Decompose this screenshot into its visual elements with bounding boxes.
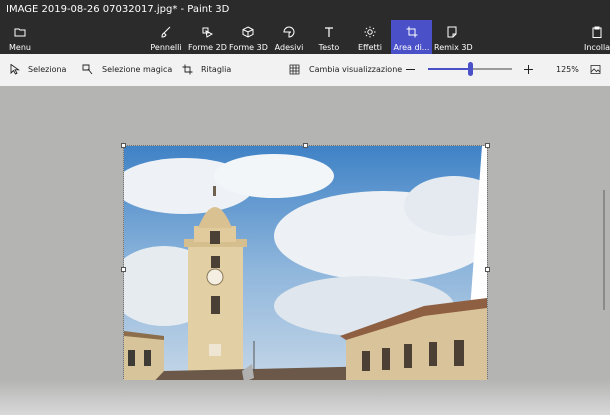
window-title-bar: IMAGE 2019-08-26 07032017.jpg* - Paint 3… <box>0 0 610 20</box>
tool-text[interactable]: Testo <box>314 20 344 54</box>
magic-select-label: Selezione magica <box>102 65 173 74</box>
vertical-scrollbar[interactable] <box>603 190 605 310</box>
tool-label: Testo <box>318 43 340 52</box>
tool-stickers[interactable]: Adesivi <box>272 20 306 54</box>
window-title: IMAGE 2019-08-26 07032017.jpg* - Paint 3… <box>6 4 230 15</box>
tool-label: Pennelli <box>150 43 182 52</box>
resize-handle-top-right[interactable] <box>485 143 490 148</box>
canvas-toolbar: Seleziona Selezione magica Ritaglia Camb… <box>0 54 610 86</box>
tool-label: Remix 3D <box>434 43 473 52</box>
tool-label: Effetti <box>358 43 382 52</box>
paste-button[interactable]: Incolla <box>584 20 610 54</box>
clipboard-icon <box>592 26 602 38</box>
change-view-label: Cambia visualizzazione <box>309 65 403 74</box>
tool-label: Forme 3D <box>229 43 268 52</box>
tool-shapes-2d[interactable]: Forme 2D <box>188 20 227 54</box>
grid-view-icon <box>289 64 300 75</box>
crop-icon <box>182 64 193 75</box>
magic-select-icon <box>82 64 93 75</box>
resize-handle-left[interactable] <box>121 267 126 272</box>
tool-label: Forme 2D <box>188 43 227 52</box>
magic-select-button[interactable]: Selezione magica <box>82 54 172 86</box>
tool-remix-3d[interactable]: Remix 3D <box>434 20 473 54</box>
remix-3d-icon <box>447 26 457 38</box>
plus-icon <box>524 65 533 74</box>
zoom-slider-fill <box>428 68 470 70</box>
tool-shapes-3d[interactable]: Forme 3D <box>229 20 268 54</box>
cursor-icon <box>10 64 20 75</box>
text-icon <box>325 27 333 37</box>
resize-handle-top-left[interactable] <box>121 143 126 148</box>
sticker-icon <box>283 26 295 38</box>
menu-label: Menu <box>9 43 31 52</box>
change-view-button[interactable]: Cambia visualizzazione <box>289 54 402 86</box>
menu-button[interactable]: Menu <box>0 20 40 54</box>
tool-label: Area di... <box>393 43 430 52</box>
resize-handle-top[interactable] <box>303 143 308 148</box>
brush-icon <box>161 26 171 38</box>
photo-clock-tower <box>124 146 487 392</box>
crop-label: Ritaglia <box>201 65 232 74</box>
picture-fit-icon <box>590 65 601 74</box>
ribbon: Menu Pennelli Forme 2D Forme 3D Adesivi … <box>0 20 610 54</box>
tool-brushes[interactable]: Pennelli <box>148 20 184 54</box>
fit-view-button[interactable] <box>590 54 604 86</box>
cube-icon <box>242 26 254 38</box>
tool-effects[interactable]: Effetti <box>354 20 386 54</box>
select-label: Seleziona <box>28 65 67 74</box>
folder-icon <box>14 28 26 37</box>
crop-canvas-icon <box>406 26 417 38</box>
zoom-level: 125% <box>556 54 580 86</box>
tool-label: Adesivi <box>274 43 304 52</box>
zoom-in-button[interactable] <box>523 54 535 86</box>
crop-button[interactable]: Ritaglia <box>182 54 232 86</box>
tool-canvas[interactable]: Area di... <box>391 20 432 54</box>
resize-handle-right[interactable] <box>485 267 490 272</box>
shapes-2d-icon <box>202 27 213 38</box>
zoom-out-button[interactable] <box>405 54 417 86</box>
canvas-area[interactable] <box>123 145 488 393</box>
minus-icon <box>406 69 415 70</box>
select-button[interactable]: Seleziona <box>10 54 70 86</box>
sun-icon <box>364 26 376 38</box>
zoom-slider[interactable] <box>428 62 512 76</box>
paste-label: Incolla <box>584 43 610 52</box>
workspace-bottom <box>0 380 610 415</box>
zoom-level-value: 125% <box>556 65 579 74</box>
zoom-slider-thumb[interactable] <box>468 62 473 76</box>
